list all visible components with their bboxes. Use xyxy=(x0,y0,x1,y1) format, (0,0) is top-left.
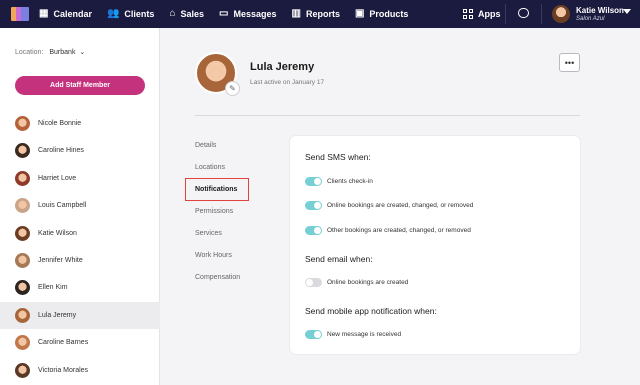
user-business-name: Salon Azul xyxy=(576,16,605,22)
notifications-card xyxy=(290,136,580,354)
avatar xyxy=(15,170,30,186)
divider xyxy=(541,4,542,24)
option-label: Clients check-in xyxy=(327,178,373,185)
divider xyxy=(505,4,506,24)
toggle-switch[interactable] xyxy=(305,278,322,287)
staff-name: Katie Wilson xyxy=(38,229,77,237)
apps-button[interactable]: Apps xyxy=(463,0,501,28)
staff-list-item[interactable]: Katie Wilson xyxy=(0,220,160,247)
email-section-title: Send email when: xyxy=(305,254,373,264)
nav-sales-label: Sales xyxy=(180,9,205,19)
avatar xyxy=(15,335,30,351)
staff-list-item[interactable]: Jennifer White xyxy=(0,247,160,274)
tab-compensation[interactable]: Compensation xyxy=(195,274,240,281)
nav-calendar-label: Calendar xyxy=(53,9,92,19)
tag-icon: ⌂ xyxy=(169,8,176,19)
staff-list-item[interactable]: Caroline Hines xyxy=(0,137,160,164)
tab-locations[interactable]: Locations xyxy=(195,164,225,171)
staff-name: Caroline Hines xyxy=(38,147,84,155)
tab-permissions[interactable]: Permissions xyxy=(195,208,233,215)
toggle-switch[interactable] xyxy=(305,226,322,235)
staff-list-item[interactable]: Louis Campbell xyxy=(0,192,160,219)
nav-clients[interactable]: 👥 Clients xyxy=(106,8,155,20)
top-navigation-bar: ▦ Calendar 👥 Clients ⌂ Sales ▭ Messages … xyxy=(0,0,640,28)
more-options-button[interactable]: ••• xyxy=(559,53,580,72)
toggle-switch[interactable] xyxy=(305,177,322,186)
staff-sidebar: Location: Burbank ⌄ Add Staff Member Nic… xyxy=(0,28,160,385)
brand-logo[interactable] xyxy=(11,7,29,21)
divider xyxy=(195,115,580,116)
tab-services[interactable]: Services xyxy=(195,230,222,237)
chat-icon[interactable] xyxy=(518,8,529,18)
nav-clients-label: Clients xyxy=(124,9,155,19)
staff-name: Nicole Bonnie xyxy=(38,120,82,127)
calendar-icon: ▦ xyxy=(39,8,49,19)
staff-name: Louis Campbell xyxy=(38,202,87,210)
app-option-new-message: New message is received xyxy=(305,330,401,339)
avatar xyxy=(15,198,30,214)
staff-name: Jennifer White xyxy=(38,257,83,264)
staff-list-item[interactable]: Harriet Love xyxy=(0,165,160,192)
staff-list-item[interactable]: Ellen Kim xyxy=(0,274,160,301)
avatar xyxy=(15,225,30,241)
chevron-down-icon[interactable] xyxy=(623,9,631,14)
staff-list-item[interactable]: Lula Jeremy xyxy=(0,301,160,329)
staff-list-item[interactable]: Caroline Barnes xyxy=(0,329,160,356)
location-value: Burbank xyxy=(49,49,76,56)
nav-calendar[interactable]: ▦ Calendar xyxy=(39,8,92,20)
edit-photo-icon[interactable]: ✎ xyxy=(225,81,240,96)
user-avatar[interactable] xyxy=(552,5,570,23)
nav-sales[interactable]: ⌂ Sales xyxy=(169,8,205,20)
avatar xyxy=(15,253,30,268)
tab-details[interactable]: Details xyxy=(195,142,216,149)
option-label: New message is received xyxy=(327,331,402,338)
option-label: Other bookings are created, changed, or … xyxy=(327,227,471,234)
product-icon: ▣ xyxy=(354,8,365,19)
staff-list-item[interactable]: Victoria Morales xyxy=(0,357,160,384)
profile-name: Lula Jeremy xyxy=(250,61,315,73)
sms-option-check-in: Clients check-in xyxy=(305,177,373,186)
option-label: Online bookings are created xyxy=(327,279,409,286)
nav-messages[interactable]: ▭ Messages xyxy=(219,8,277,20)
location-label: Location: xyxy=(15,49,44,56)
last-active-text: Last active on January 17 xyxy=(250,79,325,86)
staff-name: Victoria Morales xyxy=(38,366,89,374)
nav-products[interactable]: ▣ Products xyxy=(354,8,409,20)
nav-reports-label: Reports xyxy=(305,9,340,19)
staff-name: Caroline Barnes xyxy=(38,339,89,347)
avatar xyxy=(15,362,30,378)
message-icon: ▭ xyxy=(219,8,229,19)
nav-reports[interactable]: ▥ Reports xyxy=(291,8,340,20)
clients-icon: 👥 xyxy=(106,8,120,19)
bar-chart-icon: ▥ xyxy=(291,8,301,19)
add-staff-member-button[interactable]: Add Staff Member xyxy=(15,76,145,95)
email-option-online-bookings: Online bookings are created xyxy=(305,278,408,287)
tab-work-hours[interactable]: Work Hours xyxy=(195,252,232,259)
location-selector[interactable]: Location: Burbank ⌄ xyxy=(15,48,85,56)
grid-icon xyxy=(463,9,473,19)
option-label: Online bookings are created, changed, or… xyxy=(327,202,474,209)
staff-list-item[interactable]: Nicole Bonnie xyxy=(0,110,160,137)
staff-name: Lula Jeremy xyxy=(38,311,77,319)
app-section-title: Send mobile app notification when: xyxy=(305,306,437,316)
tab-notifications[interactable]: Notifications xyxy=(185,178,249,201)
user-name: Katie Wilson xyxy=(576,6,624,15)
apps-label: Apps xyxy=(478,9,501,19)
sms-option-other-bookings: Other bookings are created, changed, or … xyxy=(305,226,471,235)
toggle-switch[interactable] xyxy=(305,330,322,339)
chevron-down-icon: ⌄ xyxy=(79,49,86,56)
avatar xyxy=(15,307,30,323)
nav-messages-label: Messages xyxy=(233,9,277,19)
sms-option-online-bookings: Online bookings are created, changed, or… xyxy=(305,201,473,210)
avatar xyxy=(15,280,30,296)
nav-products-label: Products xyxy=(369,9,409,19)
avatar xyxy=(15,116,30,131)
avatar xyxy=(15,143,30,159)
staff-name: Harriet Love xyxy=(38,174,77,182)
toggle-switch[interactable] xyxy=(305,201,322,210)
sms-section-title: Send SMS when: xyxy=(305,152,371,162)
staff-name: Ellen Kim xyxy=(38,284,68,292)
